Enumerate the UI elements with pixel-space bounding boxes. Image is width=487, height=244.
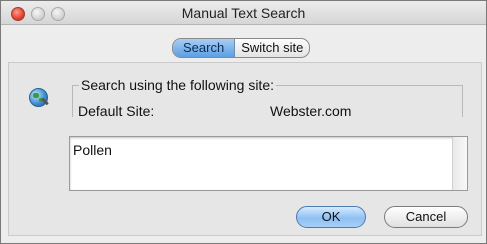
window-title: Manual Text Search bbox=[181, 5, 306, 21]
tab-switcher: Search Switch site bbox=[172, 38, 311, 58]
search-text-area[interactable]: Pollen bbox=[69, 136, 468, 191]
cancel-button[interactable]: Cancel bbox=[384, 206, 468, 228]
default-site-label: Default Site: bbox=[78, 103, 155, 119]
tab-switch-site[interactable]: Switch site bbox=[235, 39, 309, 57]
tab-search[interactable]: Search bbox=[173, 39, 236, 57]
site-group-legend: Search using the following site: bbox=[79, 77, 276, 93]
text-area-scrollbar[interactable] bbox=[452, 137, 467, 190]
default-site-value: Webster.com bbox=[270, 103, 352, 119]
search-text-value[interactable]: Pollen bbox=[73, 142, 112, 158]
title-bar[interactable]: Manual Text Search bbox=[1, 1, 486, 25]
ok-button[interactable]: OK bbox=[296, 206, 366, 228]
